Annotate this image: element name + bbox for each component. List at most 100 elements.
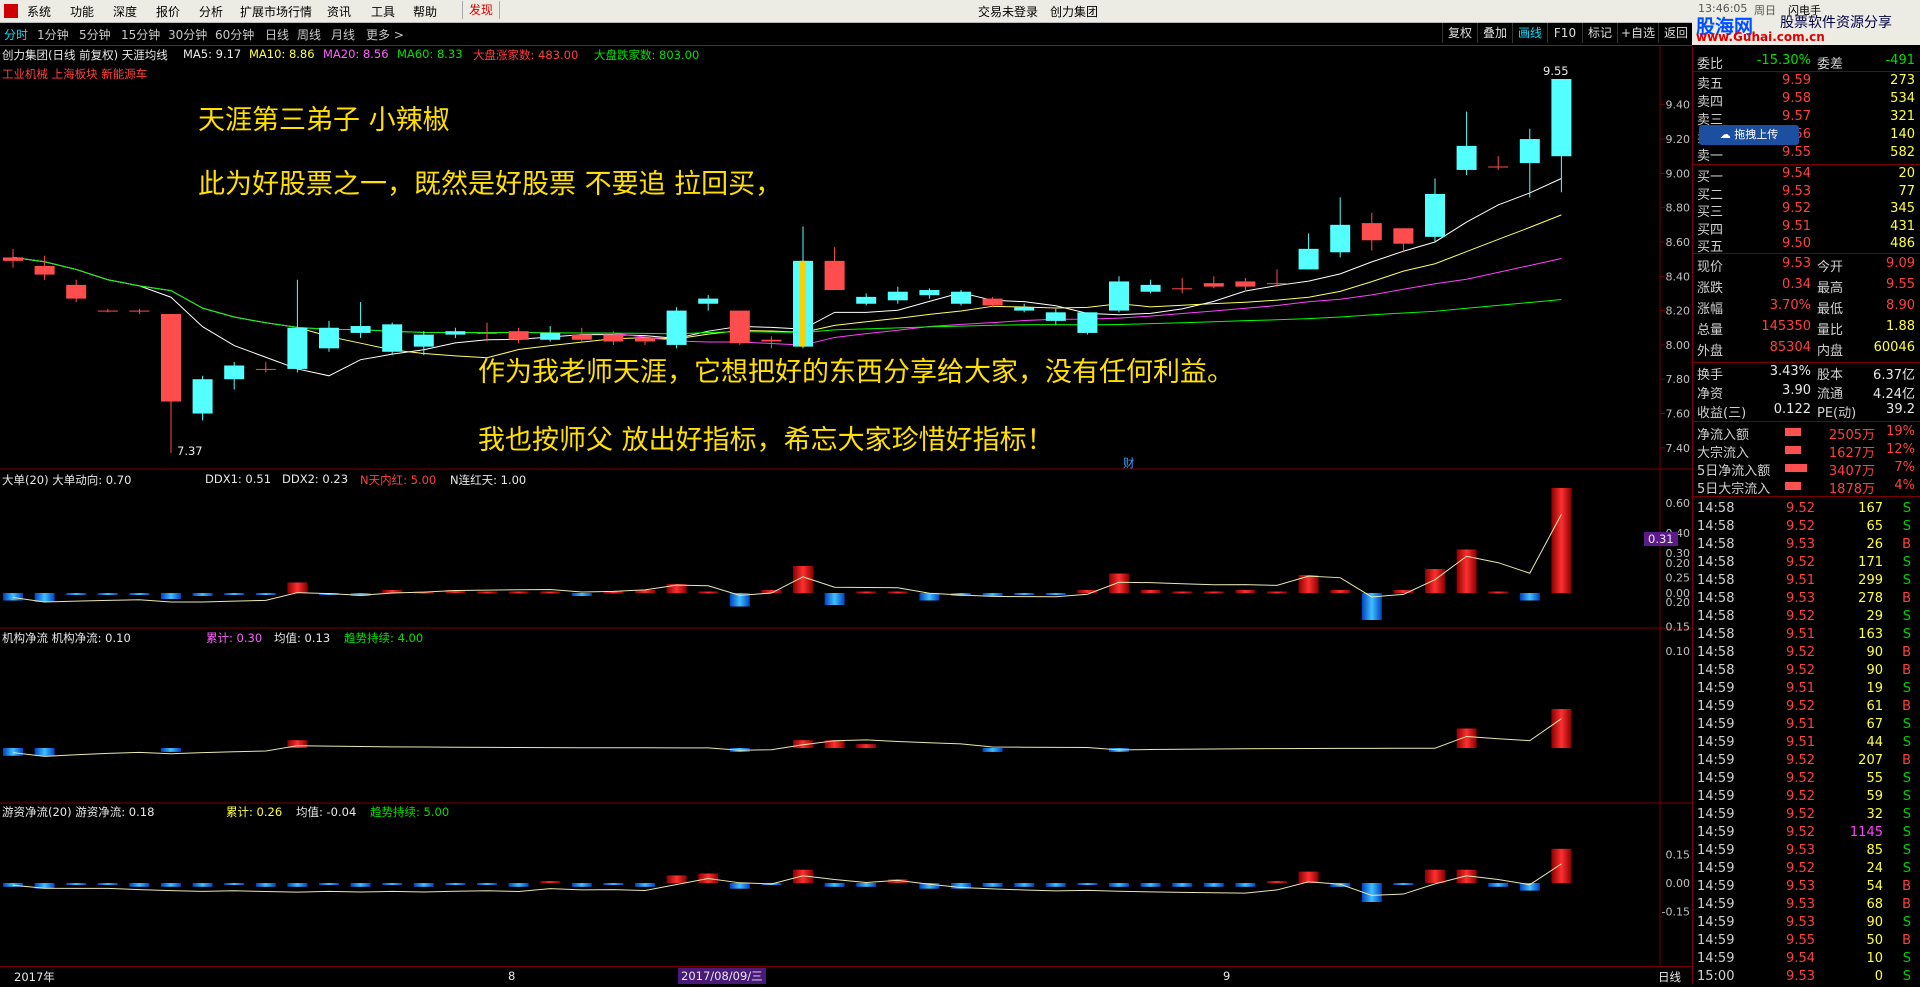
tick-row[interactable]: 14:58 9.52 29 S xyxy=(1693,609,1920,627)
tick-row[interactable]: 14:59 9.52 61 B xyxy=(1693,699,1920,717)
quote-cell: 9.55 xyxy=(1886,277,1915,292)
tick-row[interactable]: 14:58 9.52 90 B xyxy=(1693,645,1920,663)
menu-analysis[interactable]: 分析 xyxy=(199,3,223,20)
btn-restore-rights[interactable]: 复权 xyxy=(1442,23,1477,43)
tick-row[interactable]: 14:59 9.51 19 S xyxy=(1693,681,1920,699)
quote-row[interactable]: 卖一 9.55 582 xyxy=(1693,145,1920,164)
menu-info[interactable]: 资讯 xyxy=(327,3,351,20)
login-status[interactable]: 交易未登录 xyxy=(978,3,1038,20)
btn-overlay[interactable]: 叠加 xyxy=(1477,23,1512,43)
btn-mark[interactable]: 标记 xyxy=(1582,23,1617,43)
app-icon[interactable] xyxy=(4,4,18,18)
tick-cell: 14:59 xyxy=(1697,951,1735,966)
menu-depth[interactable]: 深度 xyxy=(113,3,137,20)
tick-row[interactable]: 14:59 9.52 32 S xyxy=(1693,807,1920,825)
tick-cell: 14:59 xyxy=(1697,735,1735,750)
quote-row[interactable]: 买五 9.50 486 xyxy=(1693,236,1920,255)
tick-row[interactable]: 14:58 9.52 65 S xyxy=(1693,519,1920,537)
tick-row[interactable]: 14:59 9.52 55 S xyxy=(1693,771,1920,789)
quote-row[interactable]: 卖三 9.57 321 xyxy=(1693,109,1920,128)
finance-marker[interactable]: 财 xyxy=(1123,455,1135,471)
tab-60min[interactable]: 60分钟 xyxy=(215,26,254,43)
tick-cell: S xyxy=(1902,825,1911,840)
quote-row[interactable]: 买二 9.53 77 xyxy=(1693,184,1920,203)
annotation-3: 作为我老师天涯，它想把好的东西分享给大家，没有任何利益。 xyxy=(478,357,1234,388)
date-sep: 9 xyxy=(1223,969,1231,983)
quote-row[interactable]: 卖四 9.58 534 xyxy=(1693,91,1920,110)
tick-cell: 14:59 xyxy=(1697,933,1735,948)
tick-row[interactable]: 14:58 9.53 278 B xyxy=(1693,591,1920,609)
quote-row[interactable]: 买三 9.52 345 xyxy=(1693,201,1920,220)
sector-tags[interactable]: 工业机械 上海板块 新能源车 xyxy=(2,66,147,82)
menu-help[interactable]: 帮助 xyxy=(413,3,437,20)
tick-row[interactable]: 15:00 9.53 0 S xyxy=(1693,969,1920,987)
tab-daily[interactable]: 日线 xyxy=(265,26,289,43)
tick-row[interactable]: 14:59 9.52 207 B xyxy=(1693,753,1920,771)
tick-row[interactable]: 14:59 9.51 67 S xyxy=(1693,717,1920,735)
tick-cell: 14:59 xyxy=(1697,753,1735,768)
btn-f10[interactable]: F10 xyxy=(1547,23,1582,43)
tick-row[interactable]: 14:59 9.53 54 B xyxy=(1693,879,1920,897)
period-mode[interactable]: 日线 xyxy=(1658,969,1681,985)
tick-row[interactable]: 14:59 9.52 1145 S xyxy=(1693,825,1920,843)
quote-cell: 9.53 xyxy=(1782,256,1811,271)
menu-function[interactable]: 功能 xyxy=(70,3,94,20)
tick-row[interactable]: 14:58 9.51 299 S xyxy=(1693,573,1920,591)
menu-tools[interactable]: 工具 xyxy=(371,3,395,20)
quote-row[interactable]: 涨跌 0.34 最高 9.55 xyxy=(1693,277,1920,296)
quote-cell: 卖一 xyxy=(1697,149,1724,164)
tick-row[interactable]: 14:59 9.53 68 B xyxy=(1693,897,1920,915)
quote-row[interactable]: 买四 9.51 431 xyxy=(1693,218,1920,238)
tab-1min[interactable]: 1分钟 xyxy=(37,26,69,43)
tick-cell: 9.52 xyxy=(1786,663,1815,678)
btn-add-watchlist[interactable]: +自选 xyxy=(1617,23,1658,43)
tick-row[interactable]: 14:59 9.52 24 S xyxy=(1693,861,1920,879)
tab-monthly[interactable]: 月线 xyxy=(331,26,355,43)
tick-row[interactable]: 14:59 9.51 44 S xyxy=(1693,735,1920,753)
menu-ext-market[interactable]: 扩展市场行情 xyxy=(240,3,312,20)
quote-row[interactable]: 涨幅 3.70% 最低 8.90 xyxy=(1693,298,1920,317)
ddx-pane-line xyxy=(12,513,1562,603)
btn-draw-line[interactable]: 画线 xyxy=(1512,23,1547,43)
btn-back[interactable]: 返回 xyxy=(1658,23,1693,43)
quote-row[interactable]: 卖五 9.59 273 xyxy=(1693,73,1920,92)
tick-row[interactable]: 14:58 9.52 167 S xyxy=(1693,501,1920,519)
tick-row[interactable]: 14:59 9.54 10 S xyxy=(1693,951,1920,969)
tab-30min[interactable]: 30分钟 xyxy=(168,26,207,43)
ddx-pane-bar xyxy=(66,593,87,595)
ddx-pane-bar xyxy=(129,593,150,595)
tick-row[interactable]: 14:59 9.53 90 S xyxy=(1693,915,1920,933)
tick-row[interactable]: 14:59 9.52 59 S xyxy=(1693,789,1920,807)
candle-up xyxy=(1172,288,1193,290)
tick-row[interactable]: 14:59 9.55 50 B xyxy=(1693,933,1920,951)
menu-quote[interactable]: 报价 xyxy=(156,3,180,20)
quote-row[interactable]: 总量 145350 量比 1.88 xyxy=(1693,319,1920,338)
quote-row[interactable]: 现价 9.53 今开 9.09 xyxy=(1693,256,1920,275)
tick-row[interactable]: 14:58 9.52 171 S xyxy=(1693,555,1920,573)
upload-button[interactable]: ☁ 拖拽上传 xyxy=(1699,125,1799,145)
tick-row[interactable]: 14:58 9.53 26 B xyxy=(1693,537,1920,555)
quote-row[interactable]: 外盘 85304 内盘 60046 xyxy=(1693,340,1920,359)
menu-discover[interactable]: 发现 xyxy=(462,1,501,19)
tick-cell: 9.52 xyxy=(1786,609,1815,624)
quote-row[interactable]: 净资 3.90 流通 4.24亿 xyxy=(1693,383,1920,402)
quote-row[interactable]: 换手 3.43% 股本 6.37亿 xyxy=(1693,364,1920,383)
quote-row[interactable]: 买一 9.54 20 xyxy=(1693,166,1920,185)
tab-weekly[interactable]: 周线 xyxy=(297,26,321,43)
menu-system[interactable]: 系统 xyxy=(27,3,51,20)
tab-5min[interactable]: 5分钟 xyxy=(79,26,111,43)
tick-row[interactable]: 14:59 9.53 85 S xyxy=(1693,843,1920,861)
tab-more[interactable]: 更多 > xyxy=(366,26,404,43)
tick-cell: S xyxy=(1902,519,1911,534)
quote-row[interactable]: 收益(三) 0.122 PE(动) 39.2 xyxy=(1693,402,1920,421)
tick-cell: 9.52 xyxy=(1786,789,1815,804)
tab-fenshi[interactable]: 分时 xyxy=(4,26,28,43)
quote-cell: 股本 xyxy=(1817,368,1844,383)
tick-row[interactable]: 14:58 9.51 163 S xyxy=(1693,627,1920,645)
flow-bar xyxy=(1785,446,1801,454)
tab-15min[interactable]: 15分钟 xyxy=(121,26,160,43)
tick-cell: B xyxy=(1902,897,1911,912)
quote-cell: 9.51 xyxy=(1782,218,1811,234)
tick-row[interactable]: 14:58 9.52 90 B xyxy=(1693,663,1920,681)
tick-cell: S xyxy=(1902,717,1911,732)
